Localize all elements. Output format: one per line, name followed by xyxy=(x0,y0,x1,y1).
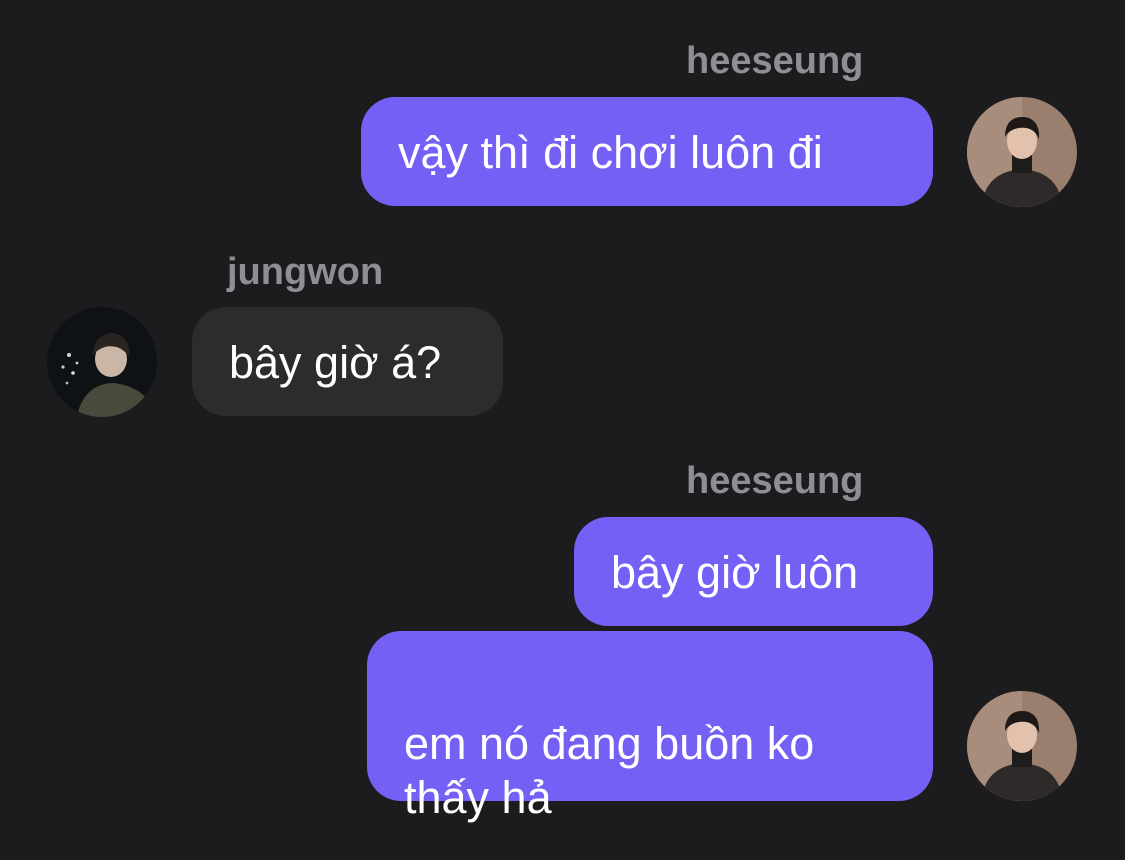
message-bubble[interactable]: bây giờ luôn xyxy=(574,517,933,626)
heeseung-avatar[interactable] xyxy=(967,97,1077,207)
profile-photo xyxy=(967,691,1077,801)
message-text: em nó đang buồn ko thấy hả xyxy=(404,718,815,823)
profile-photo xyxy=(47,307,157,417)
message-text: bây giờ á? xyxy=(229,337,442,388)
profile-photo xyxy=(967,97,1077,207)
jungwon-avatar[interactable] xyxy=(47,307,157,417)
message-bubble[interactable]: vậy thì đi chơi luôn đi xyxy=(361,97,933,206)
heeseung-avatar[interactable] xyxy=(967,691,1077,801)
sender-name: jungwon xyxy=(227,251,384,293)
message-text: vậy thì đi chơi luôn đi xyxy=(398,127,823,178)
sender-name: heeseung xyxy=(686,40,864,82)
message-text: bây giờ luôn xyxy=(611,547,859,598)
message-bubble[interactable]: bây giờ á? xyxy=(192,307,503,416)
message-bubble[interactable]: em nó đang buồn ko thấy hả xyxy=(367,631,933,823)
sender-name: heeseung xyxy=(686,460,864,502)
